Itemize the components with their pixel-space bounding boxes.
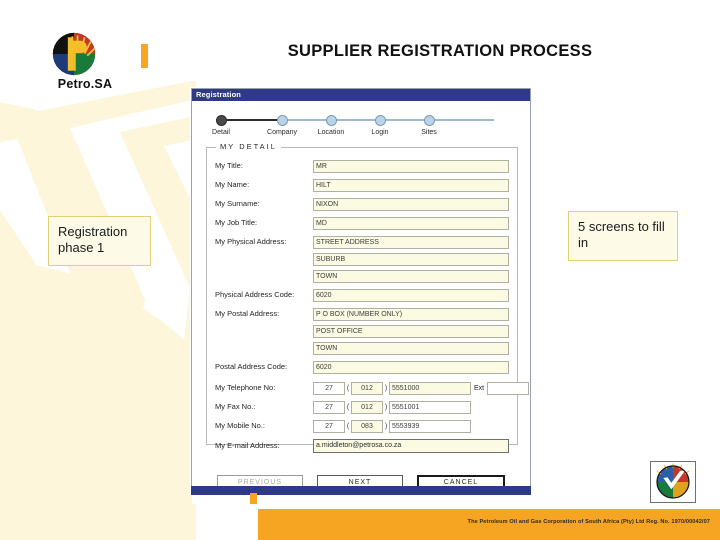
field-row-mobile: My Mobile No.: 27 ( 083 ) 5553939 bbox=[215, 418, 509, 434]
telephone-number-input[interactable]: 5551000 bbox=[389, 381, 471, 395]
email-label: My E-mail Address: bbox=[215, 441, 280, 451]
stepper-step-sites[interactable]: Sites bbox=[400, 112, 458, 136]
window-titlebar: Registration bbox=[192, 89, 530, 101]
field-row-postal-address-1: My Postal Address: P O BOX (NUMBER ONLY) bbox=[215, 306, 509, 322]
physical-address-street-input[interactable]: STREET ADDRESS bbox=[313, 235, 509, 249]
field-row-my-name: My Name: HILT bbox=[215, 177, 509, 193]
physical-code-label: Physical Address Code: bbox=[215, 290, 295, 300]
field-row-physical-address-2: SUBURB bbox=[215, 251, 509, 267]
callout-screen-count: 5 screens to fill in bbox=[568, 211, 678, 261]
field-row-my-surname: My Surname: NIXON bbox=[215, 196, 509, 212]
postal-code-label: Postal Address Code: bbox=[215, 362, 288, 372]
mobile-group: 27 ( 083 ) 5553939 bbox=[313, 419, 487, 433]
fax-group: 27 ( 012 ) 5551001 bbox=[313, 400, 487, 414]
mobile-area-input[interactable]: 083 bbox=[351, 419, 383, 433]
telephone-ext-input[interactable] bbox=[487, 381, 529, 395]
telephone-area-input[interactable]: 012 bbox=[351, 381, 383, 395]
bottom-accent-tick bbox=[250, 493, 257, 504]
registration-window: Registration Detail Company Location Log… bbox=[191, 88, 531, 504]
stepper-dot-icon bbox=[276, 115, 288, 126]
mobile-number-input[interactable]: 5553939 bbox=[389, 419, 471, 433]
stepper-label: Sites bbox=[421, 129, 437, 136]
postal-address-box-input[interactable]: P O BOX (NUMBER ONLY) bbox=[313, 307, 509, 321]
telephone-country-input[interactable]: 27 bbox=[313, 381, 345, 395]
field-row-physical-address-3: TOWN bbox=[215, 268, 509, 284]
field-row-telephone: My Telephone No: 27 ( 012 ) 5551000 Ext bbox=[215, 380, 529, 396]
page-title: SUPPLIER REGISTRATION PROCESS bbox=[287, 42, 593, 60]
petrosa-wordmark: Petro.SA bbox=[57, 77, 113, 91]
south-africa-coat-of-arms-icon bbox=[650, 461, 696, 503]
my-job-title-input[interactable]: MD bbox=[313, 216, 509, 230]
physical-address-label: My Physical Address: bbox=[215, 237, 287, 247]
callout-registration-phase: Registration phase 1 bbox=[48, 216, 151, 266]
fax-country-input[interactable]: 27 bbox=[313, 400, 345, 414]
postal-code-input[interactable]: 6020 bbox=[313, 360, 509, 374]
my-title-input[interactable]: MR bbox=[313, 159, 509, 173]
telephone-ext-label: Ext bbox=[473, 384, 485, 392]
mobile-label: My Mobile No.: bbox=[215, 421, 266, 431]
my-job-title-label: My Job Title: bbox=[215, 218, 258, 228]
title-accent-bar bbox=[141, 44, 148, 68]
physical-address-town-input[interactable]: TOWN bbox=[313, 269, 509, 283]
petrosa-logo-icon bbox=[52, 32, 96, 76]
my-surname-label: My Surname: bbox=[215, 199, 260, 209]
my-name-input[interactable]: HILT bbox=[313, 178, 509, 192]
window-body: Detail Company Location Login Sites MY D… bbox=[192, 112, 530, 504]
field-row-fax: My Fax No.: 27 ( 012 ) 5551001 bbox=[215, 399, 509, 415]
stepper-dot-icon bbox=[374, 115, 386, 126]
stepper-dot-icon bbox=[325, 115, 337, 126]
my-surname-input[interactable]: NIXON bbox=[313, 197, 509, 211]
physical-code-input[interactable]: 6020 bbox=[313, 288, 509, 302]
fax-label: My Fax No.: bbox=[215, 402, 256, 412]
physical-address-suburb-input[interactable]: SUBURB bbox=[313, 252, 509, 266]
field-row-my-title: My Title: MR bbox=[215, 158, 509, 174]
field-row-physical-address-1: My Physical Address: STREET ADDRESS bbox=[215, 234, 509, 250]
petrosa-logo: Petro.SA bbox=[40, 32, 150, 94]
stepper-dot-icon bbox=[215, 115, 227, 126]
window-bottom-bar bbox=[191, 486, 531, 495]
telephone-label: My Telephone No: bbox=[215, 383, 276, 393]
groupbox-legend: MY DETAIL bbox=[216, 142, 281, 151]
registration-stepper: Detail Company Location Login Sites bbox=[208, 112, 516, 145]
window-title: Registration bbox=[196, 90, 241, 100]
field-row-email: My E-mail Address: a.middleton@petrosa.c… bbox=[215, 438, 509, 454]
my-detail-groupbox: MY DETAIL My Title: MR My Name: HILT My … bbox=[206, 142, 529, 453]
field-row-postal-address-3: TOWN bbox=[215, 340, 509, 356]
my-title-label: My Title: bbox=[215, 161, 243, 171]
postal-address-office-input[interactable]: POST OFFICE bbox=[313, 324, 509, 338]
footer-legal-text: The Petroleum Oil and Gas Corporation of… bbox=[467, 519, 710, 525]
telephone-group: 27 ( 012 ) 5551000 Ext bbox=[313, 381, 529, 395]
my-name-label: My Name: bbox=[215, 180, 250, 190]
postal-address-label: My Postal Address: bbox=[215, 309, 280, 319]
email-input[interactable]: a.middleton@petrosa.co.za bbox=[313, 439, 509, 453]
mobile-country-input[interactable]: 27 bbox=[313, 419, 345, 433]
stepper-label: Detail bbox=[212, 129, 230, 136]
fax-number-input[interactable]: 5551001 bbox=[389, 400, 471, 414]
postal-address-town-input[interactable]: TOWN bbox=[313, 341, 509, 355]
field-row-my-job-title: My Job Title: MD bbox=[215, 215, 509, 231]
field-row-postal-address-2: POST OFFICE bbox=[215, 323, 509, 339]
stepper-step-detail[interactable]: Detail bbox=[192, 112, 250, 136]
stepper-dot-icon bbox=[423, 115, 435, 126]
fax-area-input[interactable]: 012 bbox=[351, 400, 383, 414]
field-row-physical-code: Physical Address Code: 6020 bbox=[215, 287, 509, 303]
field-row-postal-code: Postal Address Code: 6020 bbox=[215, 359, 509, 375]
